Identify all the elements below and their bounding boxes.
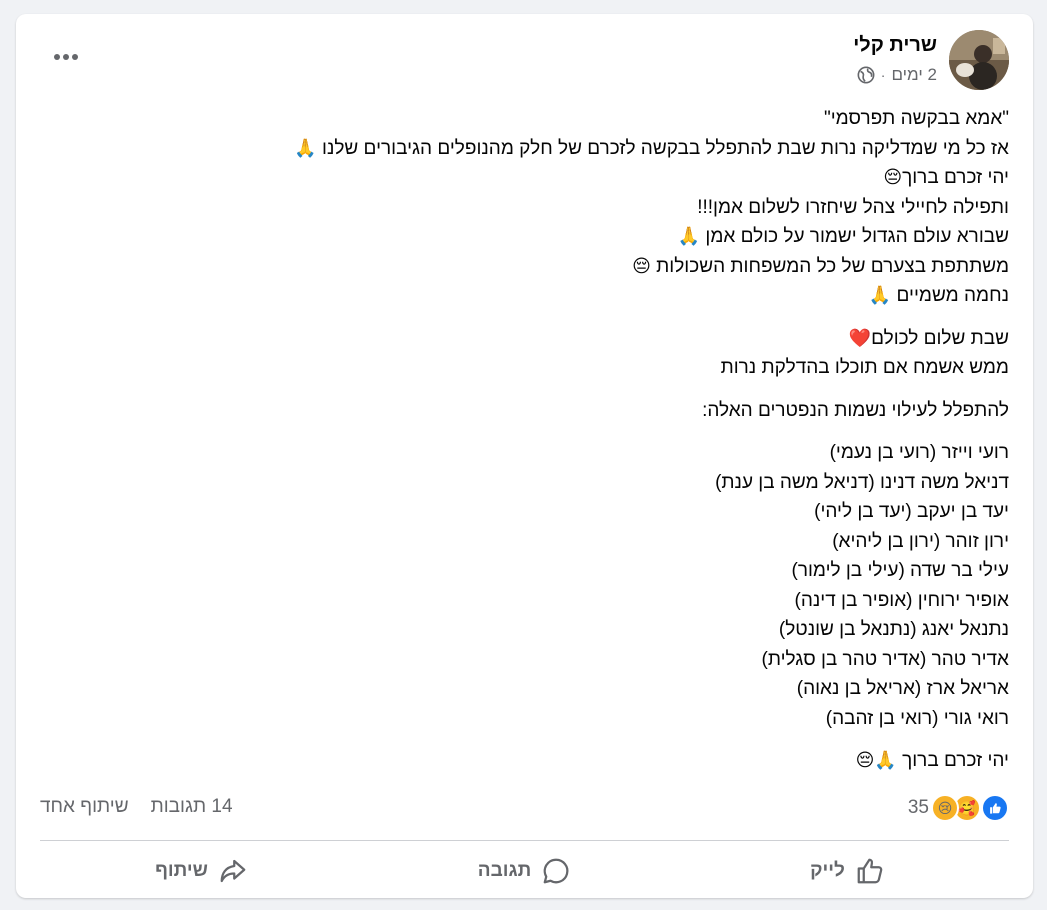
name-item: רואי גורי (רואי בן זהבה) [825, 707, 1009, 729]
post-line: אז כל מי שמדליקה נרות שבת להתפלל בבקשה ל… [29, 134, 1009, 164]
share-icon [220, 859, 246, 883]
post-line-text: שבורא עולם הגדול ישמור על כולם אמן [700, 226, 1009, 247]
name-item: יעד בן יעקב (יעד בן ליהי) [814, 501, 1009, 522]
closing-text: יהי זכרם ברוך [896, 750, 1009, 771]
post-line: שבורא עולם הגדול ישמור על כולם אמן 🙏 [29, 222, 1009, 252]
post-line-text: יהי זכרם ברוך [902, 167, 1009, 188]
name-item: נתנאל יאנג (נתנאל בן שונטל) [778, 619, 1009, 640]
name-item: עילי בר שדה (עילי בן לימור) [791, 560, 1010, 581]
name-item: אדיר טהר (אדיר טהר בן סגלית) [761, 648, 1010, 670]
post-line-emoji: 😔 [883, 167, 903, 187]
share-button[interactable]: שיתוף [40, 848, 363, 894]
post-line-text: ותפילה לחיילי צהל שיחזרו לשלום אמן!!! [697, 196, 1009, 218]
post-paragraph-heading: להתפלל לעילוי נשמות הנפטרים האלה: [29, 396, 1009, 426]
post-line: משתתפת בצערם של כל המשפחות השכולות 😔 [29, 252, 1009, 282]
more-options-button[interactable] [46, 44, 86, 70]
post-line-emoji: 🙏 [868, 285, 892, 305]
reaction-count: 35 [907, 797, 929, 818]
post-line-text: אז כל מי שמדליקה נרות שבת להתפלל בבקשה ל… [316, 137, 1009, 159]
post-paragraph-intro: "אמא בבקשה תפרסמי" אז כל מי שמדליקה נרות … [29, 104, 1009, 311]
post-line-emoji: 🙏 [294, 137, 317, 158]
post-line-emoji: ❤️ [848, 327, 872, 348]
engagement-counts: 14 תגובות שיתוף אחד [40, 796, 233, 818]
post-line-emoji: 🙏 [677, 226, 701, 246]
name-item: אופיר ירוחין (אופיר בן דינה) [794, 589, 1009, 611]
meta-separator: · [880, 67, 886, 83]
post-line-text: ממש אשמח אם תוכלו בהדלקת נרות [720, 357, 1009, 378]
post-line: ותפילה לחיילי צהל שיחזרו לשלום אמן!!! [29, 193, 1009, 223]
comment-label: תגובה [477, 860, 532, 881]
name-item: אריאל ארז (אריאל בן נאוה) [796, 678, 1009, 699]
post-line-emoji: 😔 [632, 255, 651, 276]
thumbs-up-icon [857, 858, 883, 884]
dot-icon [63, 54, 69, 60]
dot-icon [54, 54, 60, 60]
post-line: ממש אשמח אם תוכלו בהדלקת נרות [29, 353, 1009, 383]
share-label: שיתוף [155, 860, 208, 881]
comments-count[interactable]: 14 תגובות [151, 796, 233, 818]
post-stats: 🥰 😢 35 14 תגובות שיתוף אחד [16, 792, 1033, 826]
name-item: רועי וייזר (רועי בן נעמי) [829, 442, 1009, 463]
post-line: שבת שלום לכולם❤️ [29, 324, 1009, 354]
like-icon [981, 794, 1009, 822]
name-item: דניאל משה דנינו (דניאל משה בן ענת) [715, 471, 1009, 493]
like-button[interactable]: לייק [686, 848, 1009, 894]
avatar-photo [949, 30, 1009, 90]
comment-button[interactable]: תגובה [363, 848, 686, 894]
post-time[interactable]: 2 ימים [891, 65, 937, 85]
prayer-heading: להתפלל לעילוי נשמות הנפטרים האלה: [702, 399, 1009, 421]
post-line: יהי זכרם ברוך😔 [29, 163, 1009, 193]
sad-icon: 😢 [931, 794, 959, 822]
post-paragraph-shabbat: שבת שלום לכולם❤️ ממש אשמח אם תוכלו בהדלקת… [29, 324, 1009, 383]
globe-icon[interactable] [857, 66, 875, 84]
name-item: ירון זוהר (ירון בן ליהיא) [832, 530, 1009, 552]
post-line: נחמה משמיים 🙏 [29, 281, 1009, 311]
post-card: שרית קלי 2 ימים · "אמא בבקשה תפרסמי" אז כ… [16, 14, 1033, 898]
like-label: לייק [810, 860, 845, 881]
post-line-text: משתתפת בצערם של כל המשפחות השכולות [650, 255, 1009, 277]
post-line-text: שבת שלום לכולם [871, 327, 1009, 349]
post-text: "אמא בבקשה תפרסמי" אז כל מי שמדליקה נרות … [29, 104, 1009, 776]
author-name[interactable]: שרית קלי [853, 34, 937, 57]
closing-emoji: 🙏😔 [855, 750, 897, 770]
names-list: רועי וייזר (רועי בן נעמי) דניאל משה דנינו… [29, 438, 1009, 733]
author-avatar[interactable] [949, 30, 1009, 90]
post-line-text: "אמא בבקשה תפרסמי" [824, 108, 1009, 129]
divider [40, 840, 1009, 841]
dot-icon [72, 54, 78, 60]
post-line: "אמא בבקשה תפרסמי" [29, 104, 1009, 134]
post-line-text: נחמה משמיים [891, 285, 1009, 306]
comment-icon [543, 858, 569, 884]
reactions-summary[interactable]: 🥰 😢 35 [908, 794, 1009, 822]
shares-count[interactable]: שיתוף אחד [40, 796, 129, 818]
post-meta: 2 ימים · [857, 65, 937, 85]
closing-line: יהי זכרם ברוך 🙏😔 [29, 746, 1009, 776]
action-bar: לייק תגובה שיתוף [40, 848, 1009, 894]
